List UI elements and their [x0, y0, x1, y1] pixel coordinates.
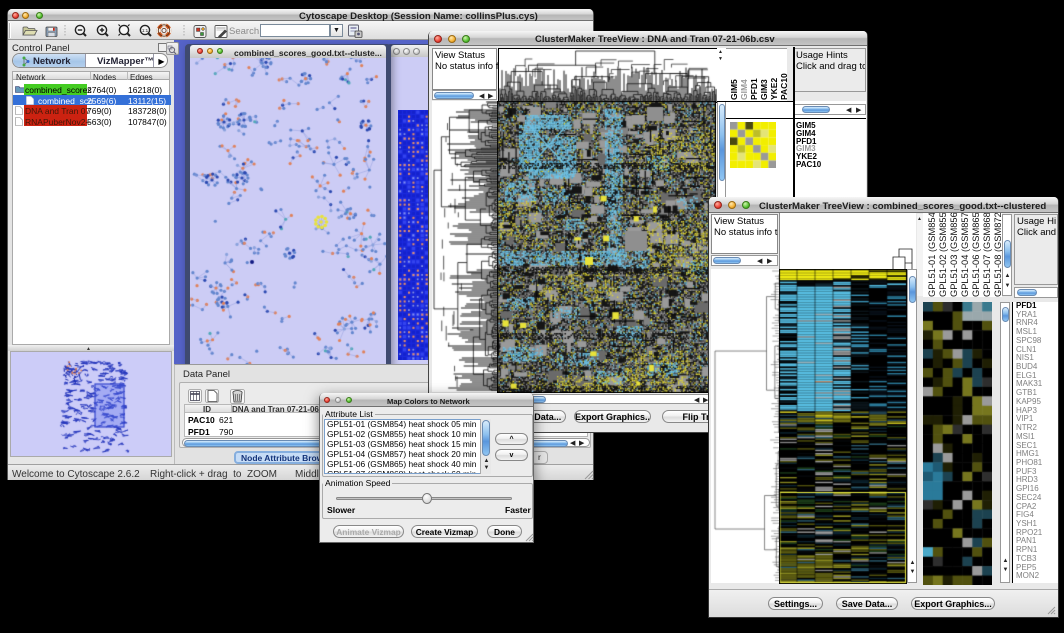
- svg-text:1:1: 1:1: [142, 28, 149, 33]
